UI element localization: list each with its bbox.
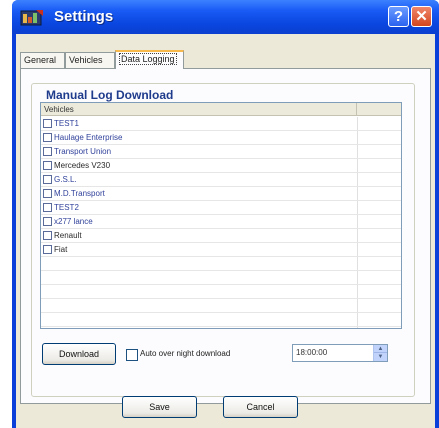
help-button[interactable]: ?	[388, 6, 409, 27]
list-item-empty	[41, 313, 401, 327]
vehicle-label: TEST1	[54, 119, 79, 128]
vehicle-label: G.S.L.	[54, 175, 77, 184]
list-rows: TEST1 Haulage Enterprise Transport Union…	[41, 117, 401, 327]
list-item[interactable]: G.S.L.	[41, 173, 401, 187]
list-item-empty	[41, 271, 401, 285]
tab-data-logging[interactable]: Data Logging	[115, 50, 184, 69]
list-item[interactable]: Renault	[41, 229, 401, 243]
tab-panel: Manual Log Download Vehicles TEST1 Haula…	[20, 68, 431, 404]
vehicle-checkbox[interactable]	[43, 161, 52, 170]
title-bar[interactable]: Settings ? ✕	[12, 0, 439, 34]
time-spinner[interactable]: ▲ ▼	[373, 345, 387, 361]
vehicle-checkbox[interactable]	[43, 231, 52, 240]
list-item[interactable]: Haulage Enterprise	[41, 131, 401, 145]
list-item[interactable]: TEST2	[41, 201, 401, 215]
vehicle-checkbox[interactable]	[43, 175, 52, 184]
download-button[interactable]: Download	[42, 343, 116, 365]
list-item[interactable]: Fiat	[41, 243, 401, 257]
vehicle-checkbox[interactable]	[43, 203, 52, 212]
vehicle-checkbox[interactable]	[43, 189, 52, 198]
tab-vehicles[interactable]: Vehicles	[65, 52, 115, 68]
list-item[interactable]: x277 lance	[41, 215, 401, 229]
vehicle-label: Transport Union	[54, 147, 112, 156]
vehicle-label: TEST2	[54, 203, 79, 212]
vehicle-checkbox[interactable]	[43, 217, 52, 226]
tab-data-logging-label: Data Logging	[119, 53, 177, 65]
list-item-empty	[41, 285, 401, 299]
list-item[interactable]: Transport Union	[41, 145, 401, 159]
settings-app-icon	[20, 8, 44, 28]
list-item[interactable]: Mercedes V230	[41, 159, 401, 173]
manual-log-download-group: Manual Log Download Vehicles TEST1 Haula…	[31, 83, 415, 397]
list-item[interactable]: TEST1	[41, 117, 401, 131]
vehicle-checkbox[interactable]	[43, 245, 52, 254]
vehicle-label: Renault	[54, 231, 82, 240]
column-header-vehicles[interactable]: Vehicles	[41, 103, 357, 116]
list-item-empty	[41, 299, 401, 313]
spin-down-icon[interactable]: ▼	[374, 353, 387, 361]
auto-download-label: Auto over night download	[140, 349, 231, 358]
download-time-input[interactable]: 18:00:00 ▲ ▼	[292, 344, 388, 362]
close-button[interactable]: ✕	[411, 6, 432, 27]
vehicle-list[interactable]: Vehicles TEST1 Haulage Enterprise Transp…	[40, 102, 402, 329]
vehicle-label: x277 lance	[54, 217, 93, 226]
window-client-area: General Vehicles Data Logging Manual Log…	[16, 34, 435, 428]
settings-window: Settings ? ✕ General Vehicles Data Loggi…	[12, 0, 439, 428]
window-title: Settings	[54, 8, 114, 25]
tab-vehicles-label: Vehicles	[69, 55, 103, 65]
group-title: Manual Log Download	[44, 88, 176, 102]
vehicle-checkbox[interactable]	[43, 147, 52, 156]
tab-general-label: General	[24, 55, 57, 65]
bottom-strip	[16, 422, 435, 428]
vehicle-label: Mercedes V230	[54, 161, 111, 170]
download-time-value: 18:00:00	[296, 348, 328, 357]
save-button[interactable]: Save	[122, 396, 197, 418]
spin-up-icon[interactable]: ▲	[374, 345, 387, 353]
vehicle-checkbox[interactable]	[43, 133, 52, 142]
cancel-button[interactable]: Cancel	[223, 396, 298, 418]
close-icon: ✕	[415, 8, 428, 25]
vehicle-label: M.D.Transport	[54, 189, 105, 198]
vehicle-label: Haulage Enterprise	[54, 133, 123, 142]
vehicle-label: Fiat	[54, 245, 68, 254]
vehicle-checkbox[interactable]	[43, 119, 52, 128]
list-header: Vehicles	[41, 103, 401, 116]
list-item[interactable]: M.D.Transport	[41, 187, 401, 201]
auto-download-checkbox[interactable]	[126, 349, 138, 361]
list-item-empty	[41, 257, 401, 271]
tab-general[interactable]: General	[20, 52, 65, 68]
